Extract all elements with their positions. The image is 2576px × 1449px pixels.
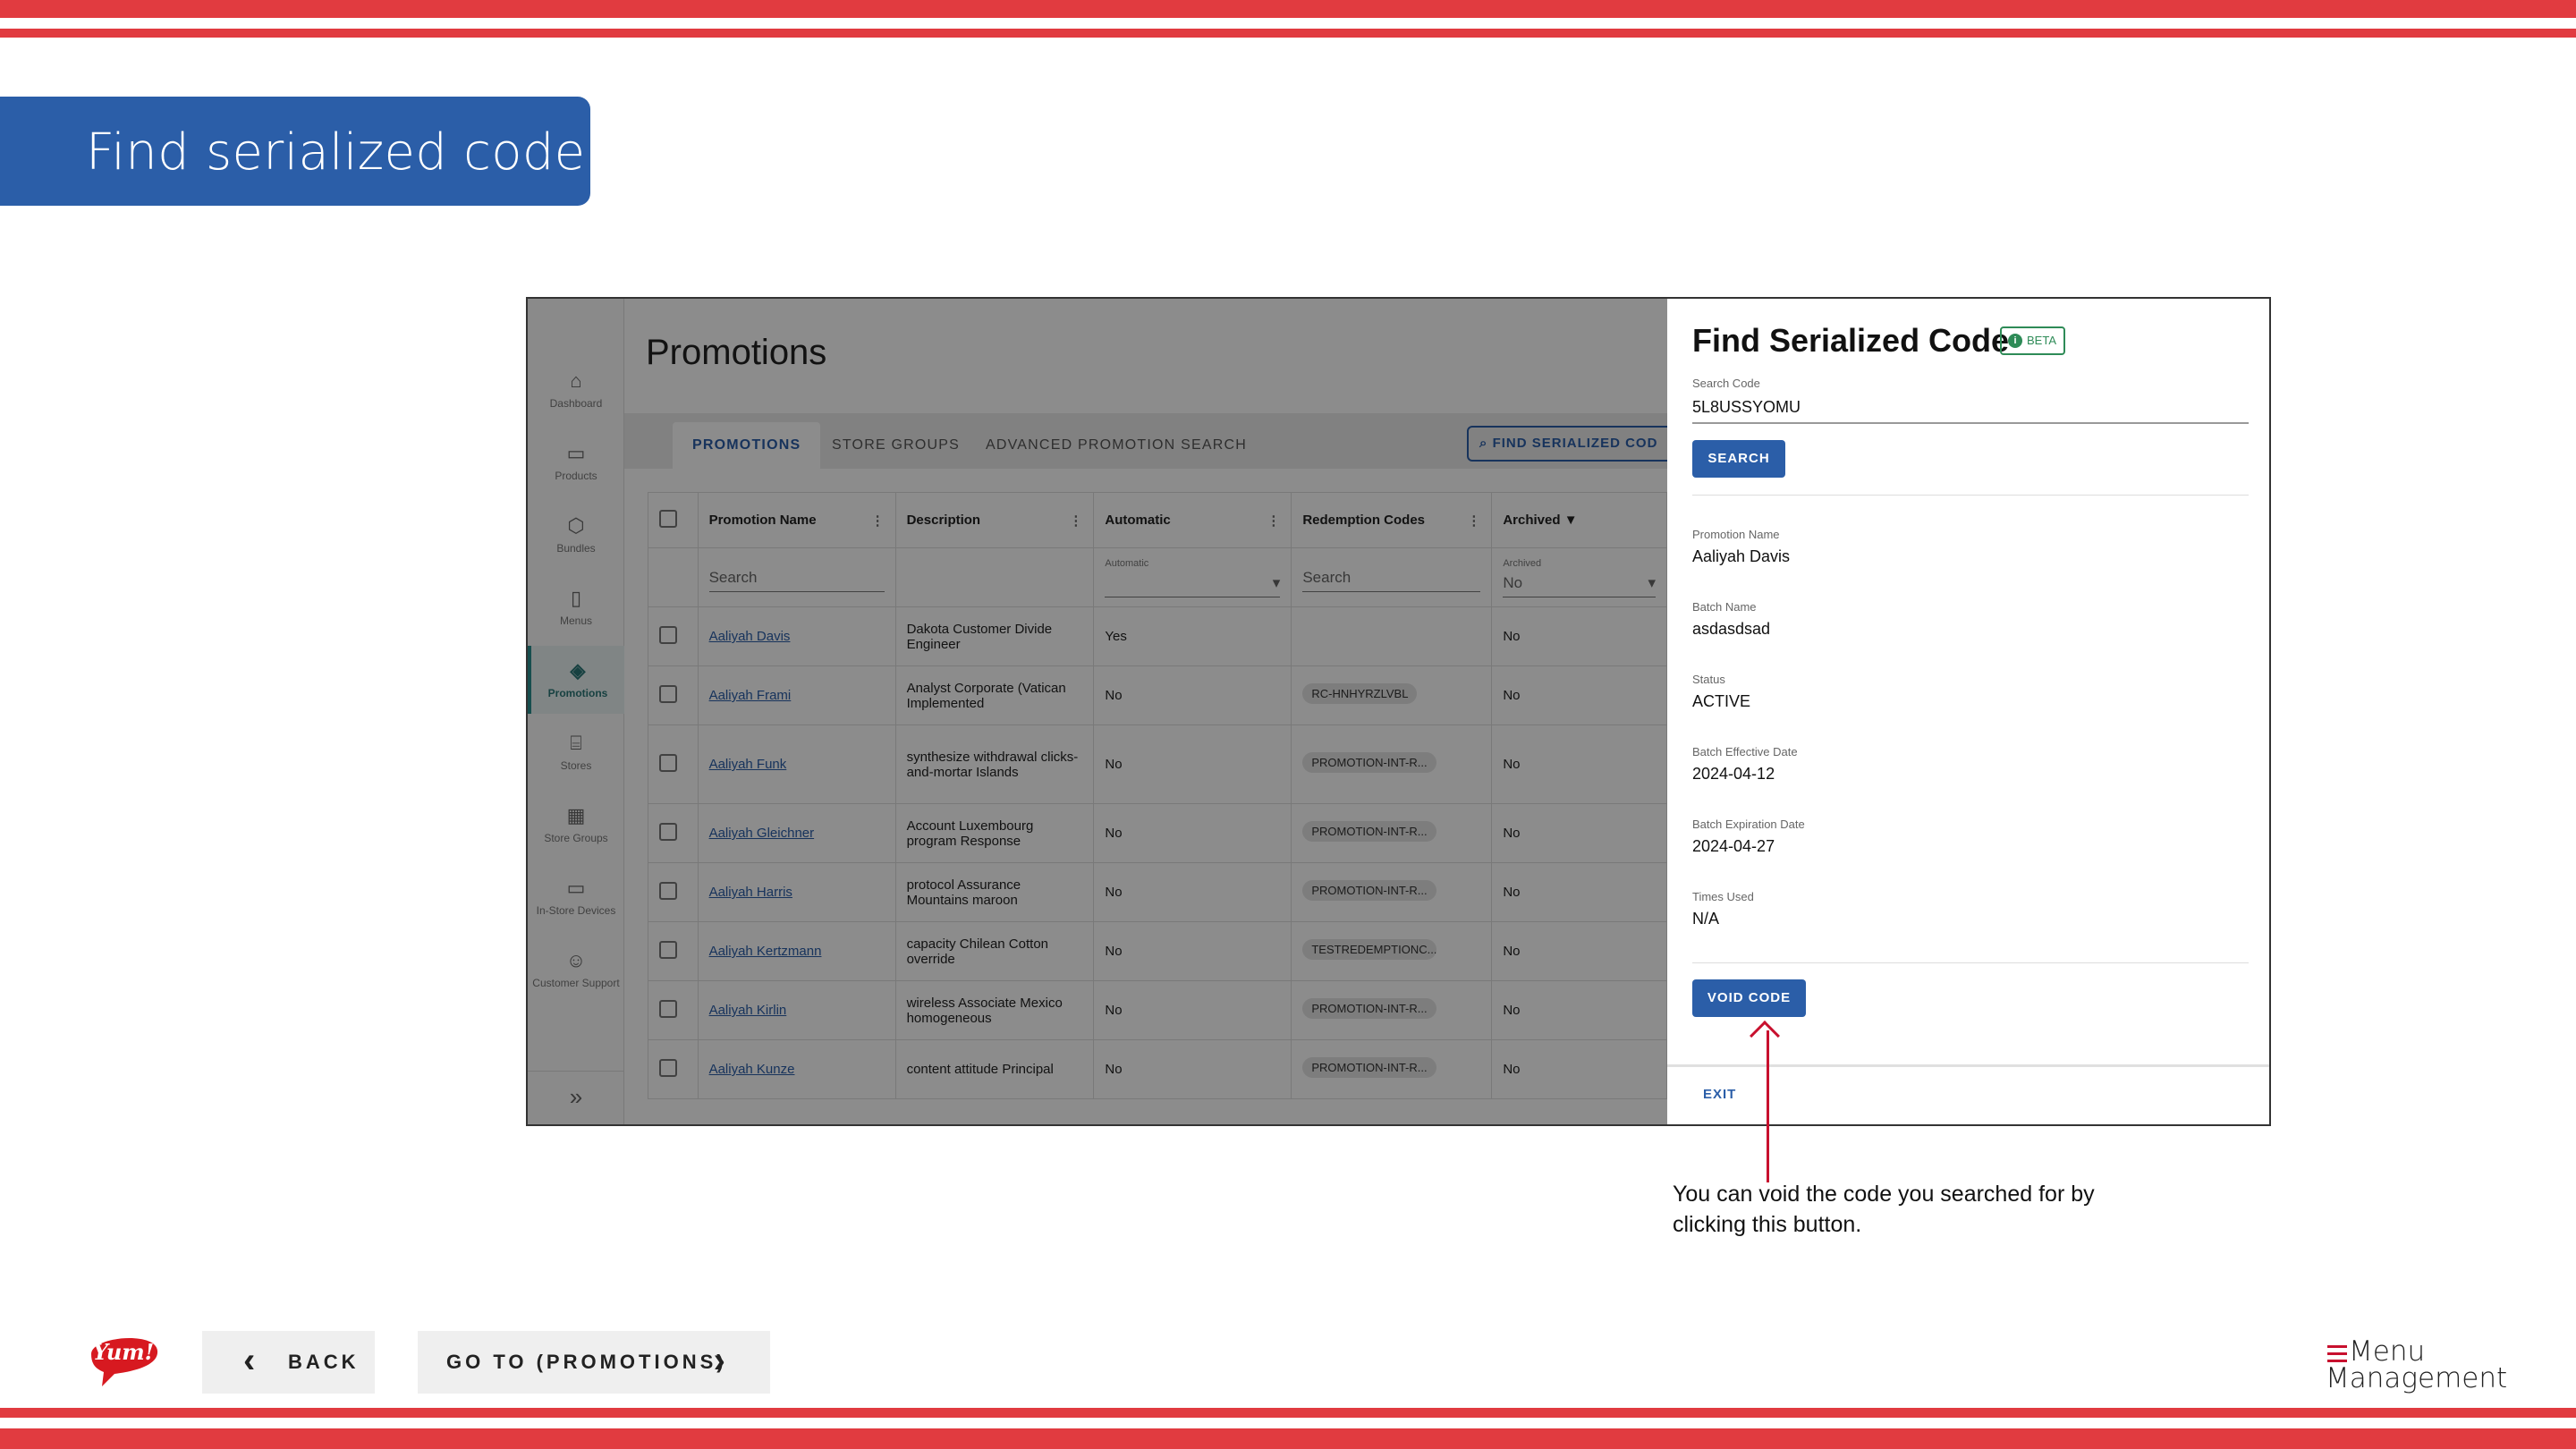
app: ⌂ Dashboard ▭ Products ⬡ Bundles ▯ Menus… <box>528 299 1682 1124</box>
batch-effective-date-value: 2024-04-12 <box>1692 765 1775 783</box>
app-screenshot: ⌂ Dashboard ▭ Products ⬡ Bundles ▯ Menus… <box>526 297 2271 1126</box>
yum-logo: Yum! <box>91 1338 158 1386</box>
search-button[interactable]: SEARCH <box>1692 440 1785 478</box>
page-title: Find serialized code <box>86 123 586 182</box>
status-value: ACTIVE <box>1692 692 1751 710</box>
top-stripe <box>0 0 2576 18</box>
times-used-label: Times Used <box>1692 890 1754 903</box>
title-banner: Find serialized code <box>0 97 590 206</box>
promotion-name-value: Aaliyah Davis <box>1692 547 1791 565</box>
brand-line-2: Management <box>2326 1362 2508 1394</box>
bottom-stripe <box>0 1428 2576 1449</box>
search-code-input[interactable]: 5L8USSYOMU <box>1692 395 2249 424</box>
find-serialized-code-drawer: Find Serialized Code BETA Search Code 5L… <box>1667 299 2269 1124</box>
exit-button[interactable]: EXIT <box>1703 1087 1736 1102</box>
callout-text: You can void the code you searched for b… <box>1673 1182 2095 1237</box>
go-to-promotions-button[interactable]: GO TO (PROMOTIONS) <box>418 1329 770 1394</box>
divider <box>1692 495 2249 496</box>
divider <box>1692 962 2249 963</box>
status-label: Status <box>1692 673 1725 686</box>
top-stripe-thin <box>0 29 2576 38</box>
batch-name-value: asdasdsad <box>1692 620 1771 638</box>
batch-expiration-date-label: Batch Expiration Date <box>1692 818 1805 831</box>
drawer-title: Find Serialized Code <box>1692 322 2010 359</box>
beta-badge: BETA <box>2000 326 2065 355</box>
svg-text:Yum!: Yum! <box>93 1339 154 1365</box>
bottom-stripe-thin <box>0 1408 2576 1418</box>
promotion-name-label: Promotion Name <box>1692 528 1780 541</box>
times-used-value: N/A <box>1692 910 1720 928</box>
menu-management-logo: Menu Management <box>2326 1335 2508 1394</box>
drawer-footer: EXIT <box>1667 1064 2269 1124</box>
batch-name-label: Batch Name <box>1692 600 1757 614</box>
search-code-label: Search Code <box>1692 377 1760 390</box>
callout-arrow <box>1767 1030 1769 1182</box>
void-code-button[interactable]: VOID CODE <box>1692 979 1806 1017</box>
batch-expiration-date-value: 2024-04-27 <box>1692 837 1775 855</box>
menu-bars-icon <box>2327 1345 2347 1367</box>
brand-line-1: Menu <box>2349 1335 2426 1368</box>
back-button[interactable]: BACK <box>202 1329 375 1394</box>
modal-backdrop[interactable] <box>528 299 1667 1124</box>
batch-effective-date-label: Batch Effective Date <box>1692 745 1798 758</box>
